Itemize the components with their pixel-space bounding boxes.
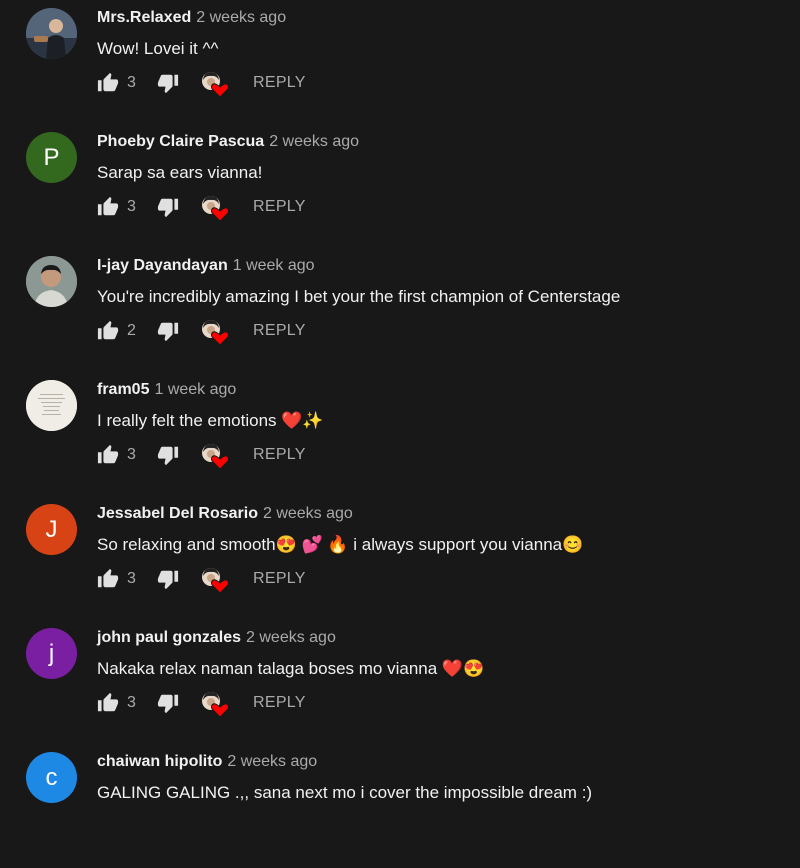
comment-text: So relaxing and smooth😍 💕 🔥 i always sup… [97,535,584,554]
comment-text: GALING GALING .,, sana next mo i cover t… [97,783,593,802]
avatar[interactable] [26,256,77,307]
thumbs-down-icon[interactable] [157,196,179,218]
comment-header: Phoeby Claire Pascua 2 weeks ago [97,132,359,152]
comment-thread: fram05 1 week ago I really felt the emoti… [0,372,800,496]
comment-time[interactable]: 2 weeks ago [246,629,336,646]
like-count: 3 [127,570,136,587]
avatar-letter: J [45,515,58,543]
avatar-letter: j [48,639,55,667]
thumbs-down-icon[interactable] [157,568,179,590]
comment-text: Sarap sa ears vianna! [97,163,263,182]
comment-thread: Mrs.Relaxed 2 weeks ago Wow! Lovei it ^^ … [0,0,800,124]
comment-text: I really felt the emotions ❤️✨ [97,411,324,430]
comment-header: I-jay Dayandayan 1 week ago [97,256,315,276]
like-count: 3 [127,694,136,711]
comment-header: chaiwan hipolito 2 weeks ago [97,752,317,772]
avatar-photo [26,256,77,307]
reply-button[interactable]: REPLY [253,320,306,342]
comment-actions: 3 REPLY [97,70,357,98]
avatar[interactable]: j [26,628,77,679]
creator-heart-icon[interactable] [200,566,230,594]
reply-button[interactable]: REPLY [253,568,306,590]
comment-time[interactable]: 1 week ago [154,381,236,398]
author-name[interactable]: john paul gonzales [97,629,241,646]
comment-actions: 3 REPLY [97,690,357,718]
thumbs-down-icon[interactable] [157,320,179,342]
comment-text: Wow! Lovei it ^^ [97,39,219,58]
comment-header: Jessabel Del Rosario 2 weeks ago [97,504,353,524]
thumbs-up-icon[interactable] [97,320,119,342]
comment-time[interactable]: 1 week ago [233,257,315,274]
author-name[interactable]: Phoeby Claire Pascua [97,133,264,150]
creator-heart-icon[interactable] [200,194,230,222]
comment-header: Mrs.Relaxed 2 weeks ago [97,8,286,28]
thumbs-up-icon[interactable] [97,196,119,218]
comment-header: john paul gonzales 2 weeks ago [97,628,336,648]
like-count: 2 [127,322,136,339]
creator-heart-icon[interactable] [200,442,230,470]
comment-time[interactable]: 2 weeks ago [227,753,317,770]
reply-button[interactable]: REPLY [253,692,306,714]
author-name[interactable]: I-jay Dayandayan [97,257,228,274]
creator-heart-icon[interactable] [200,318,230,346]
comment-actions: 2 REPLY [97,318,357,346]
comment-thread: P Phoeby Claire Pascua 2 weeks ago Sarap … [0,124,800,248]
avatar-letter: P [43,143,60,171]
thumbs-up-icon[interactable] [97,692,119,714]
thumbs-up-icon[interactable] [97,568,119,590]
creator-heart-icon[interactable] [200,70,230,98]
like-count: 3 [127,198,136,215]
comment-thread: j john paul gonzales 2 weeks ago Nakaka r… [0,620,800,744]
comment-text: Nakaka relax naman talaga boses mo viann… [97,659,485,678]
avatar[interactable] [26,380,77,431]
thumbs-up-icon[interactable] [97,444,119,466]
comment-thread: c chaiwan hipolito 2 weeks ago GALING GAL… [0,744,800,868]
comment-text: You're incredibly amazing I bet your the… [97,287,621,306]
comment-actions: 3 REPLY [97,566,357,594]
reply-button[interactable]: REPLY [253,72,306,94]
comment-actions: 3 REPLY [97,194,357,222]
creator-heart-icon[interactable] [200,690,230,718]
avatar-photo [26,8,77,59]
reply-button[interactable]: REPLY [253,444,306,466]
author-name[interactable]: Mrs.Relaxed [97,9,191,26]
avatar-photo [26,380,77,431]
avatar[interactable]: J [26,504,77,555]
like-count: 3 [127,446,136,463]
thumbs-down-icon[interactable] [157,72,179,94]
comment-time[interactable]: 2 weeks ago [269,133,359,150]
comment-header: fram05 1 week ago [97,380,236,400]
thumbs-up-icon[interactable] [97,72,119,94]
avatar-letter: c [45,763,58,791]
thumbs-down-icon[interactable] [157,444,179,466]
author-name[interactable]: Jessabel Del Rosario [97,505,258,522]
comment-time[interactable]: 2 weeks ago [263,505,353,522]
comment-time[interactable]: 2 weeks ago [196,9,286,26]
comment-actions: 3 REPLY [97,442,357,470]
avatar[interactable]: P [26,132,77,183]
reply-button[interactable]: REPLY [253,196,306,218]
comment-thread: J Jessabel Del Rosario 2 weeks ago So rel… [0,496,800,620]
avatar[interactable]: c [26,752,77,803]
comment-thread: I-jay Dayandayan 1 week ago You're incred… [0,248,800,372]
author-name[interactable]: chaiwan hipolito [97,753,222,770]
thumbs-down-icon[interactable] [157,692,179,714]
avatar[interactable] [26,8,77,59]
like-count: 3 [127,74,136,91]
author-name[interactable]: fram05 [97,381,149,398]
